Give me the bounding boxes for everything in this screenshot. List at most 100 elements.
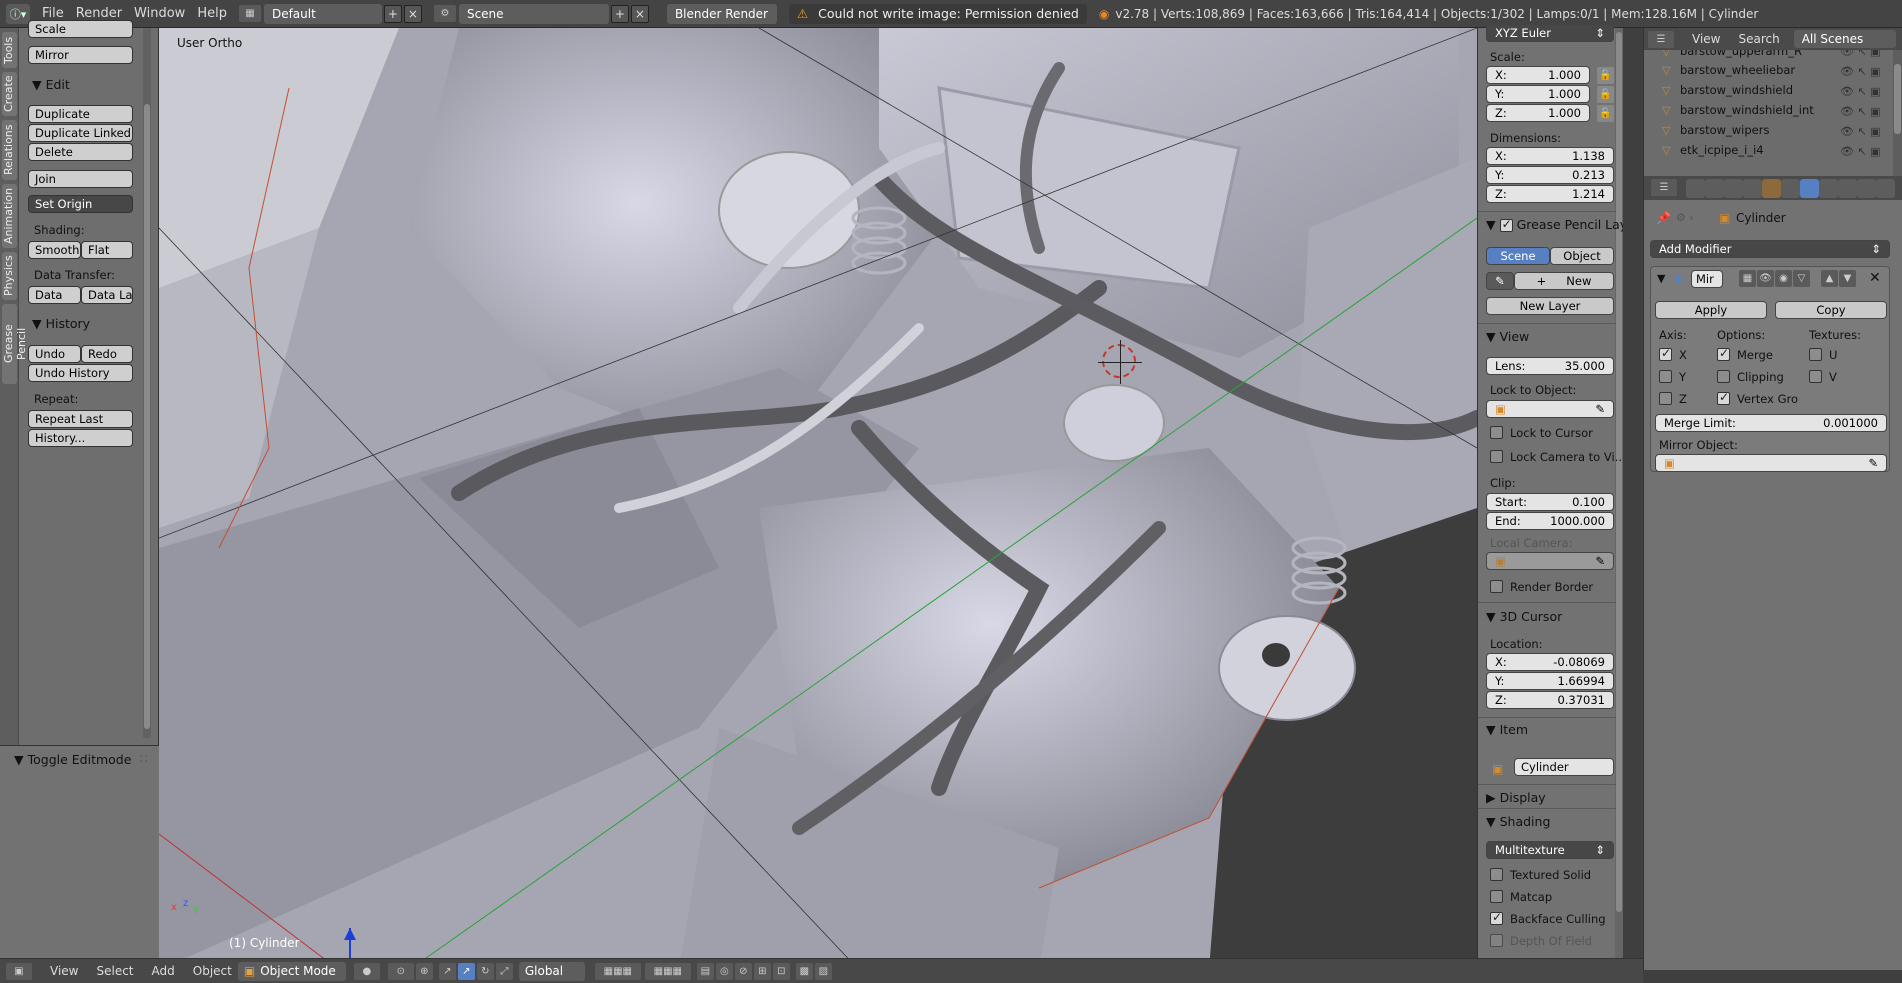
operator-panel-header[interactable]: ▼ Toggle Editmode (14, 752, 131, 767)
scene-field[interactable]: Scene (458, 3, 609, 24)
remove-scene-icon[interactable]: × (630, 4, 649, 23)
render-tab-icon[interactable] (1686, 179, 1705, 198)
list-item[interactable]: ▽ barstow_windshield_int (1662, 101, 1814, 119)
clip-end-field[interactable]: End: 1000.000 (1486, 512, 1614, 530)
cursor-z-field[interactable]: Z: 0.37031 (1486, 691, 1614, 709)
history-button[interactable]: History... (28, 429, 133, 447)
new-grease-pencil-button[interactable]: + New (1514, 272, 1614, 290)
outliner-scrollbar[interactable] (1893, 50, 1902, 176)
render-animation-icon[interactable]: ▨ (814, 962, 832, 980)
tab-animation[interactable]: Animation (2, 184, 17, 248)
tab-tools[interactable]: Tools (2, 32, 17, 68)
set-origin-select[interactable]: Set Origin (28, 195, 133, 213)
rotate-manipulator-icon[interactable]: ↻ (476, 962, 494, 980)
move-down-icon[interactable]: ▼ (1839, 270, 1856, 287)
cursor-panel-header[interactable]: ▼ 3D Cursor (1486, 609, 1562, 624)
screen-layout-field[interactable]: Default (263, 3, 382, 24)
merge-limit-field[interactable]: Merge Limit: 0.001000 (1655, 414, 1887, 432)
editmode-toggle-icon[interactable]: ▦ (1739, 270, 1756, 287)
modifier-name-field[interactable]: Mir (1691, 270, 1723, 288)
apply-button[interactable]: Apply (1655, 301, 1767, 319)
layers-grid-1[interactable]: ▦▦▦ (594, 962, 641, 980)
cursor-y-field[interactable]: Y: 1.66994 (1486, 672, 1614, 690)
pivot-select-icon[interactable]: ⊙ (387, 962, 414, 980)
vertex-groups-checkbox[interactable] (1717, 390, 1730, 405)
cage-icon[interactable]: ▽ (1793, 270, 1810, 287)
lens-field[interactable]: Lens: 35.000 (1486, 357, 1614, 375)
texture-v-checkbox[interactable] (1809, 370, 1822, 383)
add-layout-icon[interactable]: + (383, 4, 402, 23)
outliner-view-menu[interactable]: View (1692, 32, 1720, 46)
shading-panel-header[interactable]: ▼ Shading (1486, 814, 1550, 829)
redo-button[interactable]: Redo (81, 345, 133, 363)
data-button[interactable]: Data (28, 286, 81, 304)
tool-shelf-scrollbar[interactable] (143, 28, 151, 738)
axis-z-checkbox[interactable] (1659, 392, 1672, 405)
undo-history-button[interactable]: Undo History (28, 364, 133, 382)
eyedropper-icon[interactable]: ✎ (1868, 456, 1878, 470)
item-panel-header[interactable]: ▼ Item (1486, 722, 1528, 737)
add-modifier-select[interactable]: Add Modifier ⇕ (1650, 240, 1890, 258)
scale-button[interactable]: Scale (28, 20, 133, 38)
clip-start-field[interactable]: Start: 0.100 (1486, 493, 1614, 511)
list-item[interactable]: ▽ barstow_windshield (1662, 81, 1793, 99)
lock-scale-x-icon[interactable]: 🔓 (1597, 67, 1614, 84)
duplicate-button[interactable]: Duplicate (28, 105, 133, 123)
texture-u-checkbox[interactable] (1809, 348, 1822, 361)
menu-help[interactable]: Help (197, 6, 227, 21)
lock-camera-checkbox[interactable] (1490, 450, 1503, 463)
grease-pencil-object-tab[interactable]: Object (1550, 247, 1614, 265)
menu-view[interactable]: View (50, 964, 78, 978)
new-layer-button[interactable]: New Layer (1486, 297, 1614, 315)
delete-button[interactable]: Delete (28, 143, 133, 161)
item-name-field[interactable]: Cylinder (1514, 758, 1614, 776)
outliner-editor-icon[interactable]: ☰ (1648, 30, 1674, 48)
collapse-icon[interactable]: ▼ (1657, 272, 1665, 285)
join-button[interactable]: Join (28, 170, 133, 188)
scale-x-field[interactable]: X: 1.000 (1486, 66, 1590, 84)
history-panel-header[interactable]: ▼ History (32, 316, 90, 331)
editor-type-icon[interactable]: ▣ (6, 962, 32, 980)
mode-select[interactable]: ▣ Object Mode (237, 961, 346, 981)
tab-create[interactable]: Create (2, 72, 17, 116)
menu-select[interactable]: Select (96, 964, 133, 978)
world-tab-icon[interactable] (1743, 179, 1762, 198)
list-item[interactable]: ▽ barstow_upperarm_R (1662, 50, 1802, 60)
3d-viewport[interactable]: User Ortho (1) Cylinder x z y (159, 28, 1477, 970)
shading-select-icon[interactable]: ● (353, 962, 380, 980)
data-layout-button[interactable]: Data La (81, 286, 133, 304)
outliner-display-select[interactable]: All Scenes (1793, 30, 1896, 48)
merge-checkbox[interactable] (1717, 346, 1730, 361)
axis-y-checkbox[interactable] (1659, 370, 1672, 383)
menu-object[interactable]: Object (193, 964, 232, 978)
flat-button[interactable]: Flat (81, 241, 133, 259)
properties-shelf-scrollbar[interactable] (1615, 28, 1623, 970)
shading-mode-select[interactable]: Multitexture ⇕ (1486, 841, 1614, 859)
render-visibility-icon[interactable]: ◉ (1775, 270, 1792, 287)
snap-toggle-icon[interactable]: ⊘ (734, 962, 752, 980)
lock-scale-z-icon[interactable]: 🔓 (1597, 105, 1614, 122)
outliner-visibility-icons[interactable]: 👁 ↖ ▣ 👁 ↖ ▣ 👁 ↖ ▣ 👁 ↖ ▣ 👁 ↖ ▣ 👁 ↖ ▣ (1840, 50, 1890, 172)
rotation-mode-select[interactable]: XYZ Euler ⇕ (1486, 24, 1614, 42)
lock-scale-y-icon[interactable]: 🔓 (1597, 86, 1614, 103)
outliner-search-menu[interactable]: Search (1738, 32, 1779, 46)
orientation-select[interactable]: Global (518, 961, 585, 981)
constraints-tab-icon[interactable] (1781, 179, 1800, 198)
texture-tab-icon[interactable] (1857, 179, 1876, 198)
render-border-checkbox[interactable] (1490, 580, 1503, 593)
backface-culling-checkbox[interactable] (1490, 910, 1503, 925)
pin-icon[interactable]: 📌 (1656, 211, 1671, 225)
layers-tab-icon[interactable] (1705, 179, 1724, 198)
repeat-last-button[interactable]: Repeat Last (28, 410, 133, 428)
screen-layout-icon[interactable]: ▦ (238, 5, 261, 22)
pencil-icon[interactable]: ✎ (1486, 272, 1514, 290)
depth-of-field-checkbox[interactable] (1490, 934, 1503, 947)
scene-icon[interactable]: ⚙ (433, 5, 456, 22)
snap-target-icon[interactable]: ⊡ (772, 962, 790, 980)
textured-solid-checkbox[interactable] (1490, 868, 1503, 881)
render-opengl-icon[interactable]: ▩ (795, 962, 813, 980)
dimension-x-field[interactable]: X: 1.138 (1486, 147, 1614, 165)
menu-render[interactable]: Render (76, 6, 122, 21)
translate-manipulator-icon[interactable]: ↗ (438, 962, 456, 980)
mirror-object-field[interactable]: ▣ ✎ (1655, 454, 1887, 472)
